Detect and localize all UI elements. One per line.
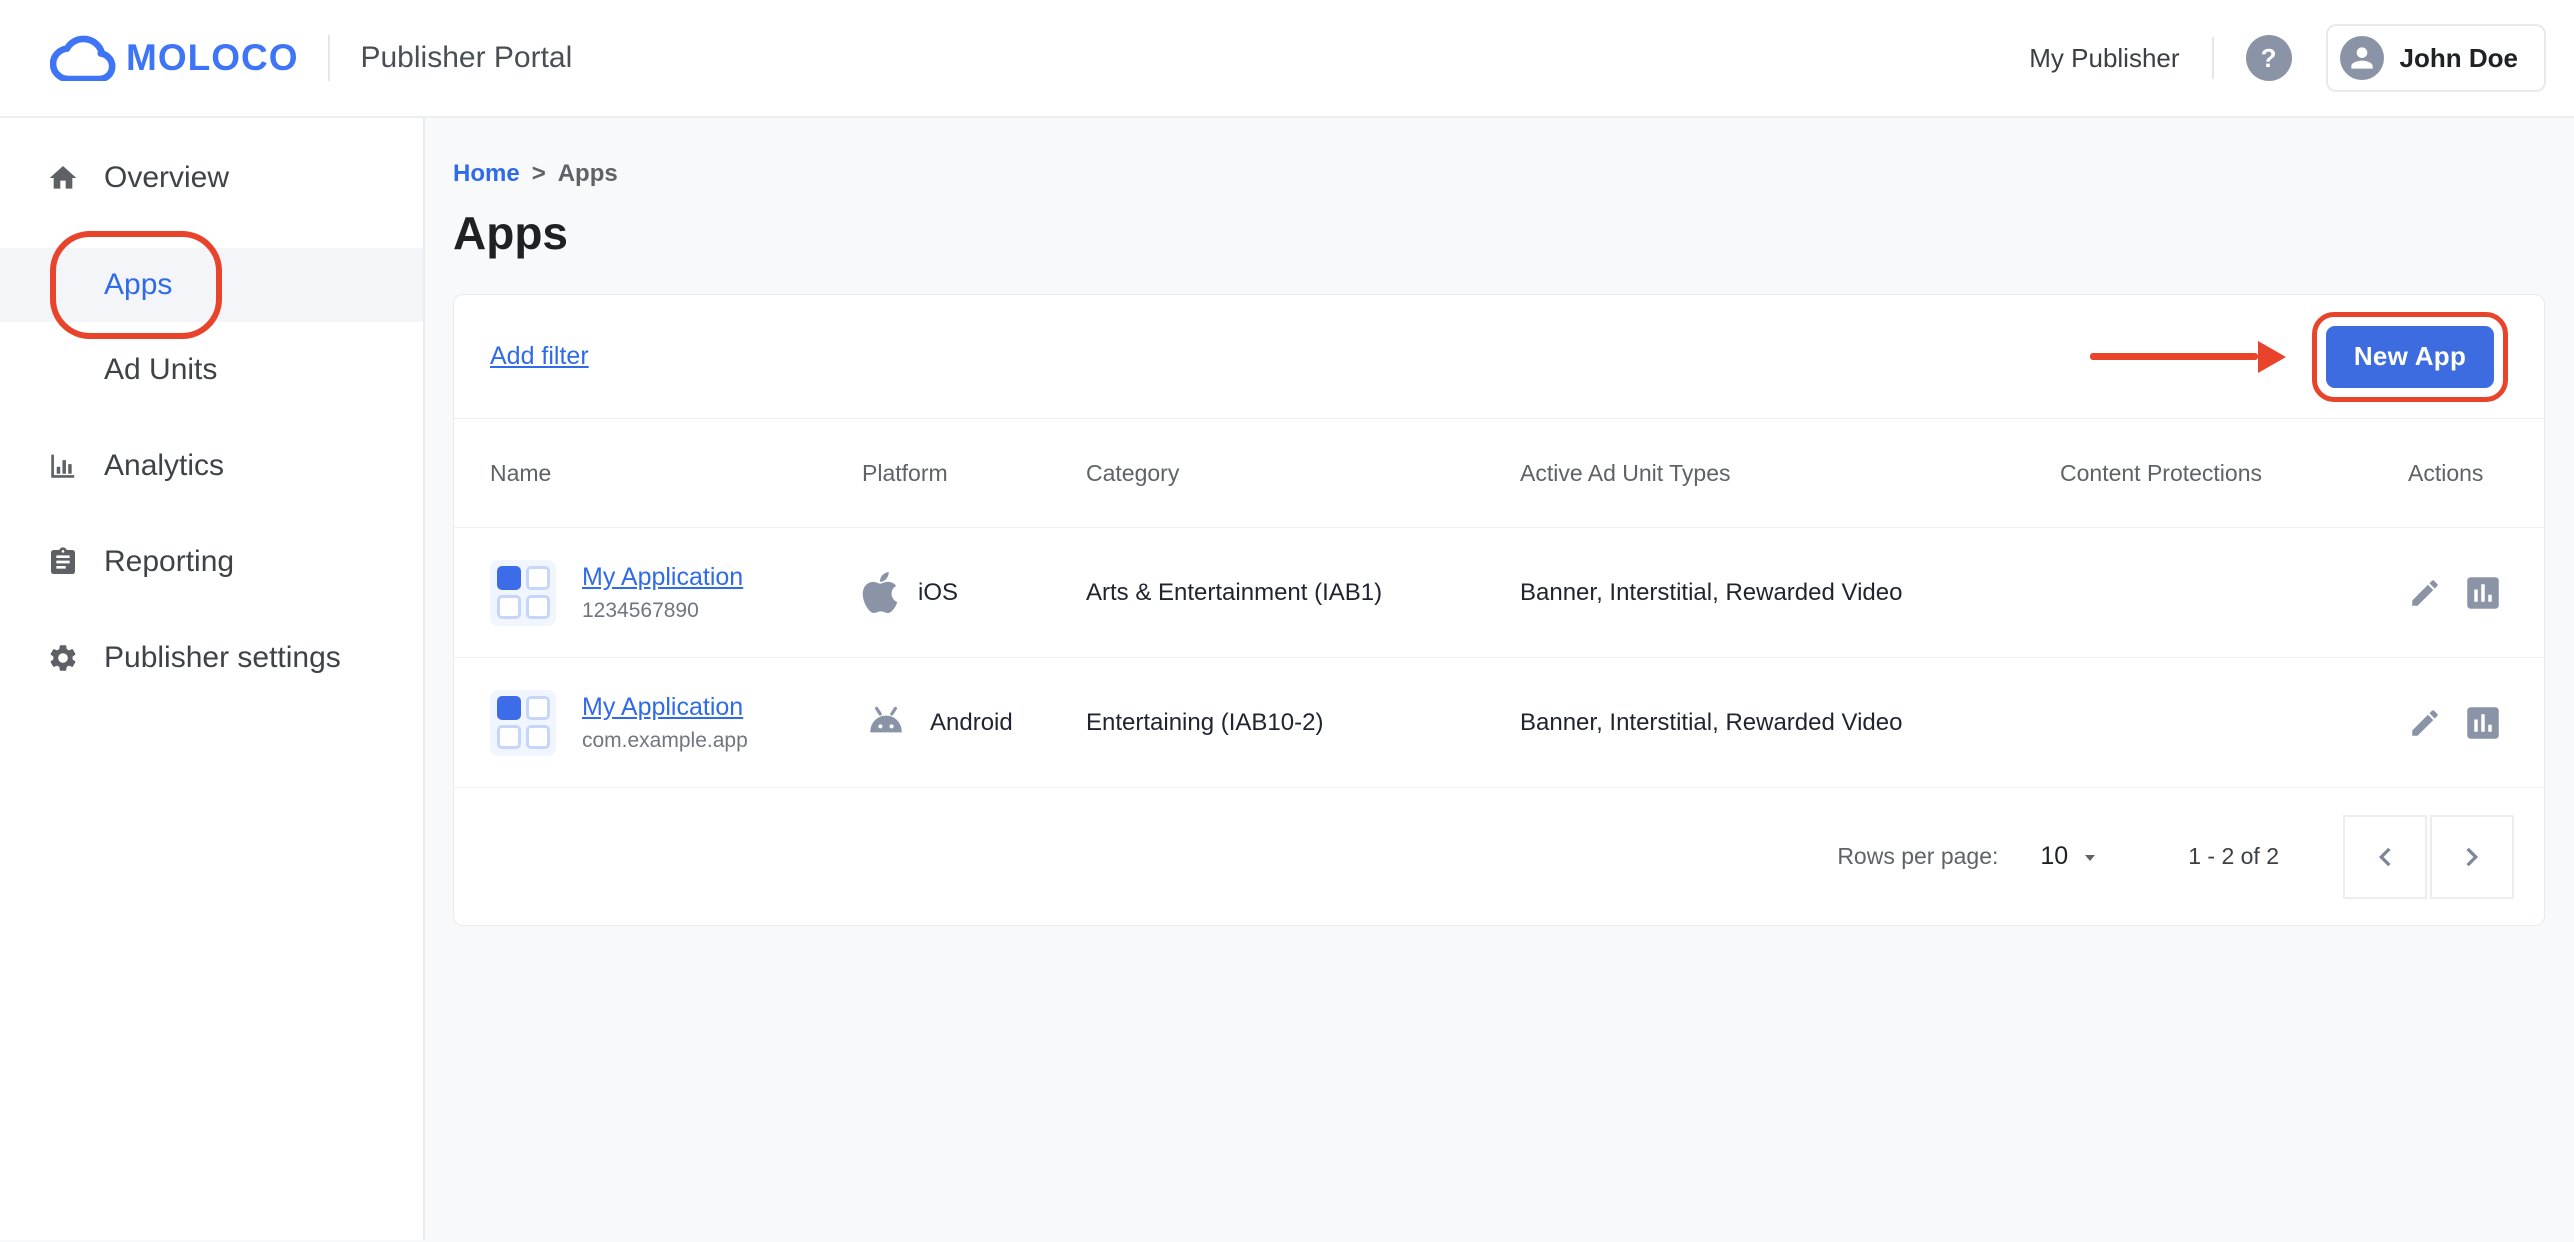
edit-pencil-icon[interactable] <box>2408 576 2442 610</box>
sidebar-item-ad-units[interactable]: Ad Units <box>0 322 423 418</box>
ad-unit-types-cell: Banner, Interstitial, Rewarded Video <box>1520 709 2060 737</box>
rows-per-page-select[interactable]: 10 <box>2040 842 2102 871</box>
apps-card: Add filter New App Name Platform Categor… <box>453 294 2545 926</box>
android-icon <box>862 706 910 740</box>
sidebar-item-label: Reporting <box>104 545 234 579</box>
sidebar-item-apps[interactable]: Apps <box>0 248 423 322</box>
app-name-link[interactable]: My Application <box>582 693 748 722</box>
previous-page-button[interactable] <box>2343 815 2427 899</box>
column-header-content-protections: Content Protections <box>2060 460 2408 487</box>
app-name-link[interactable]: My Application <box>582 563 743 592</box>
rows-per-page-label: Rows per page: <box>1837 843 1998 870</box>
table-row: My Application com.example.app Android E… <box>454 657 2544 787</box>
rows-per-page-value: 10 <box>2040 842 2068 871</box>
help-icon[interactable]: ? <box>2246 35 2292 81</box>
moloco-logo[interactable]: MOLOCO <box>50 35 298 81</box>
column-header-category: Category <box>1086 460 1520 487</box>
app-thumbnail-icon <box>490 560 556 626</box>
category-cell: Arts & Entertainment (IAB1) <box>1086 579 1520 607</box>
app-id: com.example.app <box>582 729 748 753</box>
avatar-icon <box>2340 36 2384 80</box>
brand-name: MOLOCO <box>126 37 298 79</box>
user-menu[interactable]: John Doe <box>2326 24 2546 92</box>
new-app-button[interactable]: New App <box>2326 326 2494 388</box>
breadcrumb-separator: > <box>532 160 546 188</box>
app-id: 1234567890 <box>582 599 743 623</box>
cloud-logo-icon <box>50 35 116 81</box>
header-divider <box>2212 37 2214 79</box>
add-filter-link[interactable]: Add filter <box>490 342 589 371</box>
breadcrumb-current: Apps <box>558 160 618 188</box>
column-header-actions: Actions <box>2408 460 2508 487</box>
gear-icon <box>46 642 80 674</box>
card-toolbar: Add filter New App <box>454 295 2544 419</box>
clipboard-icon <box>46 546 80 578</box>
sidebar-item-label: Overview <box>104 161 229 195</box>
breadcrumb: Home > Apps <box>453 160 2548 188</box>
caret-down-icon <box>2078 845 2102 869</box>
top-header: MOLOCO Publisher Portal My Publisher ? J… <box>0 0 2574 118</box>
pagination-bar: Rows per page: 10 1 - 2 of 2 <box>454 787 2544 925</box>
ad-unit-types-cell: Banner, Interstitial, Rewarded Video <box>1520 579 2060 607</box>
sidebar-item-analytics[interactable]: Analytics <box>0 418 423 514</box>
sidebar-item-overview[interactable]: Overview <box>0 130 423 226</box>
publisher-selector[interactable]: My Publisher <box>2029 43 2179 74</box>
annotation-arrow <box>2090 341 2286 373</box>
user-name: John Doe <box>2400 43 2518 74</box>
product-title: Publisher Portal <box>360 41 572 75</box>
pagination-range: 1 - 2 of 2 <box>2188 843 2279 870</box>
bar-chart-icon <box>46 450 80 482</box>
chevron-right-icon <box>2457 842 2487 872</box>
app-thumbnail-icon <box>490 690 556 756</box>
platform-label: iOS <box>918 579 958 607</box>
sidebar-item-label: Ad Units <box>104 353 217 387</box>
apple-icon <box>862 569 898 616</box>
sidebar: Overview Apps Ad Units Analytics Reporti… <box>0 118 425 1240</box>
page-title: Apps <box>453 206 2548 260</box>
breadcrumb-home[interactable]: Home <box>453 160 520 188</box>
sidebar-item-publisher-settings[interactable]: Publisher settings <box>0 610 423 706</box>
platform-label: Android <box>930 709 1013 737</box>
table-row: My Application 1234567890 iOS Arts & Ent… <box>454 527 2544 657</box>
sidebar-item-label: Analytics <box>104 449 224 483</box>
app-analytics-icon[interactable] <box>2462 702 2504 744</box>
annotation-highlight-new-app: New App <box>2312 312 2508 402</box>
next-page-button[interactable] <box>2430 815 2514 899</box>
edit-pencil-icon[interactable] <box>2408 706 2442 740</box>
column-header-name: Name <box>490 460 862 487</box>
sidebar-item-reporting[interactable]: Reporting <box>0 514 423 610</box>
table-header: Name Platform Category Active Ad Unit Ty… <box>454 419 2544 527</box>
category-cell: Entertaining (IAB10-2) <box>1086 709 1520 737</box>
column-header-platform: Platform <box>862 460 1086 487</box>
sidebar-item-label: Apps <box>104 268 172 302</box>
home-icon <box>46 162 80 194</box>
column-header-ad-unit-types: Active Ad Unit Types <box>1520 460 2060 487</box>
sidebar-item-label: Publisher settings <box>104 641 341 675</box>
app-analytics-icon[interactable] <box>2462 572 2504 614</box>
header-divider <box>328 35 330 81</box>
main-content: Home > Apps Apps Add filter New App <box>425 118 2574 1240</box>
chevron-left-icon <box>2370 842 2400 872</box>
